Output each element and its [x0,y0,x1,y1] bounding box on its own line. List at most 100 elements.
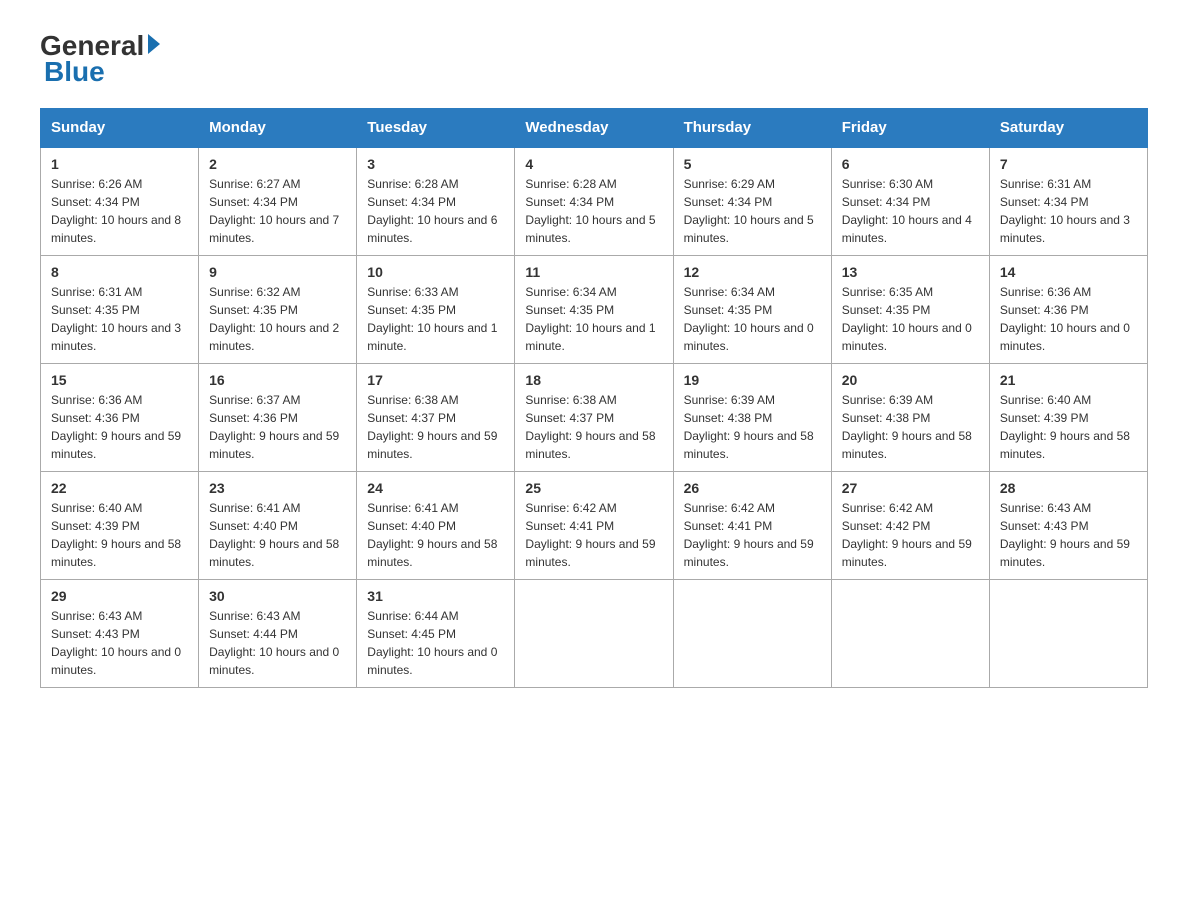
calendar-day-cell: 5 Sunrise: 6:29 AMSunset: 4:34 PMDayligh… [673,147,831,256]
day-info: Sunrise: 6:32 AMSunset: 4:35 PMDaylight:… [209,285,339,353]
weekday-header-thursday: Thursday [673,109,831,148]
calendar-day-cell: 2 Sunrise: 6:27 AMSunset: 4:34 PMDayligh… [199,147,357,256]
day-info: Sunrise: 6:36 AMSunset: 4:36 PMDaylight:… [51,393,181,461]
calendar-day-cell: 21 Sunrise: 6:40 AMSunset: 4:39 PMDaylig… [989,364,1147,472]
weekday-header-saturday: Saturday [989,109,1147,148]
weekday-header-wednesday: Wednesday [515,109,673,148]
calendar-day-cell: 13 Sunrise: 6:35 AMSunset: 4:35 PMDaylig… [831,256,989,364]
calendar-table: SundayMondayTuesdayWednesdayThursdayFrid… [40,108,1148,688]
day-info: Sunrise: 6:42 AMSunset: 4:41 PMDaylight:… [684,501,814,569]
calendar-day-cell: 30 Sunrise: 6:43 AMSunset: 4:44 PMDaylig… [199,580,357,688]
day-info: Sunrise: 6:41 AMSunset: 4:40 PMDaylight:… [209,501,339,569]
calendar-day-cell: 29 Sunrise: 6:43 AMSunset: 4:43 PMDaylig… [41,580,199,688]
calendar-day-cell: 15 Sunrise: 6:36 AMSunset: 4:36 PMDaylig… [41,364,199,472]
calendar-body: 1 Sunrise: 6:26 AMSunset: 4:34 PMDayligh… [41,147,1148,688]
calendar-day-cell: 26 Sunrise: 6:42 AMSunset: 4:41 PMDaylig… [673,472,831,580]
calendar-week-row: 8 Sunrise: 6:31 AMSunset: 4:35 PMDayligh… [41,256,1148,364]
day-number: 31 [367,588,504,604]
calendar-day-cell: 18 Sunrise: 6:38 AMSunset: 4:37 PMDaylig… [515,364,673,472]
day-number: 20 [842,372,979,388]
day-info: Sunrise: 6:38 AMSunset: 4:37 PMDaylight:… [525,393,655,461]
day-number: 16 [209,372,346,388]
day-number: 28 [1000,480,1137,496]
day-number: 6 [842,156,979,172]
day-info: Sunrise: 6:31 AMSunset: 4:35 PMDaylight:… [51,285,181,353]
weekday-header-monday: Monday [199,109,357,148]
day-number: 4 [525,156,662,172]
day-info: Sunrise: 6:29 AMSunset: 4:34 PMDaylight:… [684,177,814,245]
calendar-day-cell: 6 Sunrise: 6:30 AMSunset: 4:34 PMDayligh… [831,147,989,256]
day-info: Sunrise: 6:42 AMSunset: 4:42 PMDaylight:… [842,501,972,569]
day-number: 13 [842,264,979,280]
day-number: 25 [525,480,662,496]
day-number: 15 [51,372,188,388]
calendar-day-cell [989,580,1147,688]
calendar-day-cell: 16 Sunrise: 6:37 AMSunset: 4:36 PMDaylig… [199,364,357,472]
calendar-day-cell: 23 Sunrise: 6:41 AMSunset: 4:40 PMDaylig… [199,472,357,580]
calendar-day-cell: 27 Sunrise: 6:42 AMSunset: 4:42 PMDaylig… [831,472,989,580]
weekday-header-row: SundayMondayTuesdayWednesdayThursdayFrid… [41,109,1148,148]
logo: General Blue [40,30,164,88]
calendar-day-cell: 11 Sunrise: 6:34 AMSunset: 4:35 PMDaylig… [515,256,673,364]
day-info: Sunrise: 6:30 AMSunset: 4:34 PMDaylight:… [842,177,972,245]
day-number: 30 [209,588,346,604]
day-info: Sunrise: 6:43 AMSunset: 4:43 PMDaylight:… [51,609,181,677]
calendar-week-row: 1 Sunrise: 6:26 AMSunset: 4:34 PMDayligh… [41,147,1148,256]
logo-triangle-icon [148,34,160,54]
calendar-day-cell: 7 Sunrise: 6:31 AMSunset: 4:34 PMDayligh… [989,147,1147,256]
day-info: Sunrise: 6:39 AMSunset: 4:38 PMDaylight:… [684,393,814,461]
day-number: 10 [367,264,504,280]
day-info: Sunrise: 6:37 AMSunset: 4:36 PMDaylight:… [209,393,339,461]
day-number: 8 [51,264,188,280]
day-info: Sunrise: 6:33 AMSunset: 4:35 PMDaylight:… [367,285,497,353]
day-info: Sunrise: 6:35 AMSunset: 4:35 PMDaylight:… [842,285,972,353]
day-info: Sunrise: 6:38 AMSunset: 4:37 PMDaylight:… [367,393,497,461]
calendar-day-cell: 9 Sunrise: 6:32 AMSunset: 4:35 PMDayligh… [199,256,357,364]
day-number: 27 [842,480,979,496]
calendar-day-cell: 17 Sunrise: 6:38 AMSunset: 4:37 PMDaylig… [357,364,515,472]
calendar-day-cell: 4 Sunrise: 6:28 AMSunset: 4:34 PMDayligh… [515,147,673,256]
day-info: Sunrise: 6:26 AMSunset: 4:34 PMDaylight:… [51,177,181,245]
weekday-header-sunday: Sunday [41,109,199,148]
day-number: 26 [684,480,821,496]
calendar-day-cell: 12 Sunrise: 6:34 AMSunset: 4:35 PMDaylig… [673,256,831,364]
day-number: 2 [209,156,346,172]
calendar-day-cell: 31 Sunrise: 6:44 AMSunset: 4:45 PMDaylig… [357,580,515,688]
day-number: 29 [51,588,188,604]
calendar-day-cell: 3 Sunrise: 6:28 AMSunset: 4:34 PMDayligh… [357,147,515,256]
day-info: Sunrise: 6:41 AMSunset: 4:40 PMDaylight:… [367,501,497,569]
weekday-header-tuesday: Tuesday [357,109,515,148]
calendar-day-cell: 1 Sunrise: 6:26 AMSunset: 4:34 PMDayligh… [41,147,199,256]
calendar-week-row: 22 Sunrise: 6:40 AMSunset: 4:39 PMDaylig… [41,472,1148,580]
day-number: 5 [684,156,821,172]
calendar-week-row: 15 Sunrise: 6:36 AMSunset: 4:36 PMDaylig… [41,364,1148,472]
day-number: 22 [51,480,188,496]
day-number: 1 [51,156,188,172]
day-info: Sunrise: 6:34 AMSunset: 4:35 PMDaylight:… [525,285,655,353]
day-number: 3 [367,156,504,172]
day-info: Sunrise: 6:42 AMSunset: 4:41 PMDaylight:… [525,501,655,569]
day-number: 21 [1000,372,1137,388]
day-info: Sunrise: 6:43 AMSunset: 4:44 PMDaylight:… [209,609,339,677]
day-number: 24 [367,480,504,496]
calendar-day-cell: 28 Sunrise: 6:43 AMSunset: 4:43 PMDaylig… [989,472,1147,580]
day-number: 18 [525,372,662,388]
day-number: 11 [525,264,662,280]
day-number: 14 [1000,264,1137,280]
day-info: Sunrise: 6:31 AMSunset: 4:34 PMDaylight:… [1000,177,1130,245]
calendar-header: SundayMondayTuesdayWednesdayThursdayFrid… [41,109,1148,148]
day-info: Sunrise: 6:43 AMSunset: 4:43 PMDaylight:… [1000,501,1130,569]
page-header: General Blue [40,30,1148,88]
calendar-day-cell: 20 Sunrise: 6:39 AMSunset: 4:38 PMDaylig… [831,364,989,472]
day-info: Sunrise: 6:36 AMSunset: 4:36 PMDaylight:… [1000,285,1130,353]
day-number: 9 [209,264,346,280]
calendar-day-cell: 8 Sunrise: 6:31 AMSunset: 4:35 PMDayligh… [41,256,199,364]
calendar-day-cell [673,580,831,688]
day-number: 23 [209,480,346,496]
day-info: Sunrise: 6:28 AMSunset: 4:34 PMDaylight:… [525,177,655,245]
day-number: 12 [684,264,821,280]
day-info: Sunrise: 6:34 AMSunset: 4:35 PMDaylight:… [684,285,814,353]
day-info: Sunrise: 6:44 AMSunset: 4:45 PMDaylight:… [367,609,497,677]
calendar-day-cell: 22 Sunrise: 6:40 AMSunset: 4:39 PMDaylig… [41,472,199,580]
calendar-day-cell: 19 Sunrise: 6:39 AMSunset: 4:38 PMDaylig… [673,364,831,472]
